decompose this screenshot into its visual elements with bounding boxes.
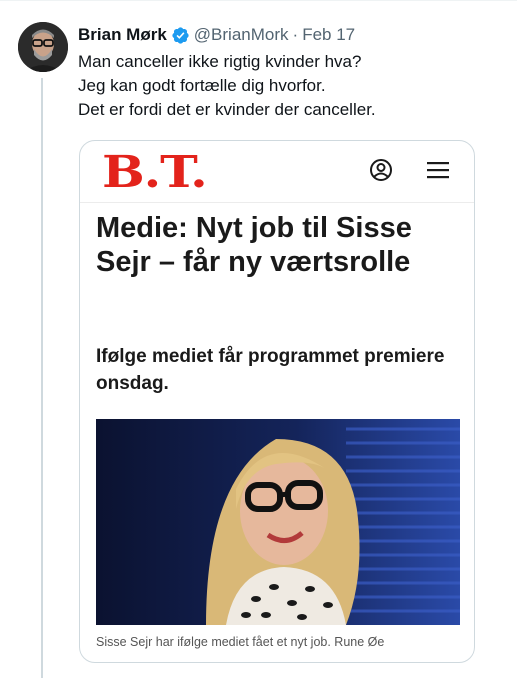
author-avatar[interactable] (18, 22, 68, 72)
author-handle[interactable]: @BrianMork (194, 25, 289, 45)
article-navbar: B.T. (80, 141, 474, 203)
verified-badge-icon (172, 26, 189, 44)
top-divider (0, 0, 517, 1)
author-name[interactable]: Brian Mørk (78, 25, 167, 45)
link-preview-card[interactable]: B.T. Medie: Nyt job til Sisse Sejr – får… (79, 140, 475, 663)
header-separator: · (292, 25, 299, 44)
article-photo (96, 419, 460, 625)
tweet-date[interactable]: Feb 17 (302, 25, 355, 45)
tweet-text: Man canceller ikke rigtig kvinder hva? J… (78, 50, 376, 122)
article-subheadline: Ifølge mediet får programmet premiere on… (96, 346, 445, 394)
thread-connector-line (41, 78, 43, 678)
tweet-header: Brian Mørk @BrianMork · Feb 17 (78, 24, 355, 46)
user-account-icon[interactable] (369, 158, 393, 182)
tweet-line: Det er fordi det er kvinder der cancelle… (78, 100, 376, 119)
tweet-line: Jeg kan godt fortælle dig hvorfor. (78, 76, 326, 95)
tweet-line: Man canceller ikke rigtig kvinder hva? (78, 52, 362, 71)
article-headline: Medie: Nyt job til Sisse Sejr – får ny v… (96, 212, 412, 278)
hamburger-menu-icon[interactable] (426, 160, 450, 180)
photo-caption: Sisse Sejr har ifølge mediet fået et nyt… (96, 635, 385, 649)
bt-logo: B.T. (102, 147, 208, 198)
